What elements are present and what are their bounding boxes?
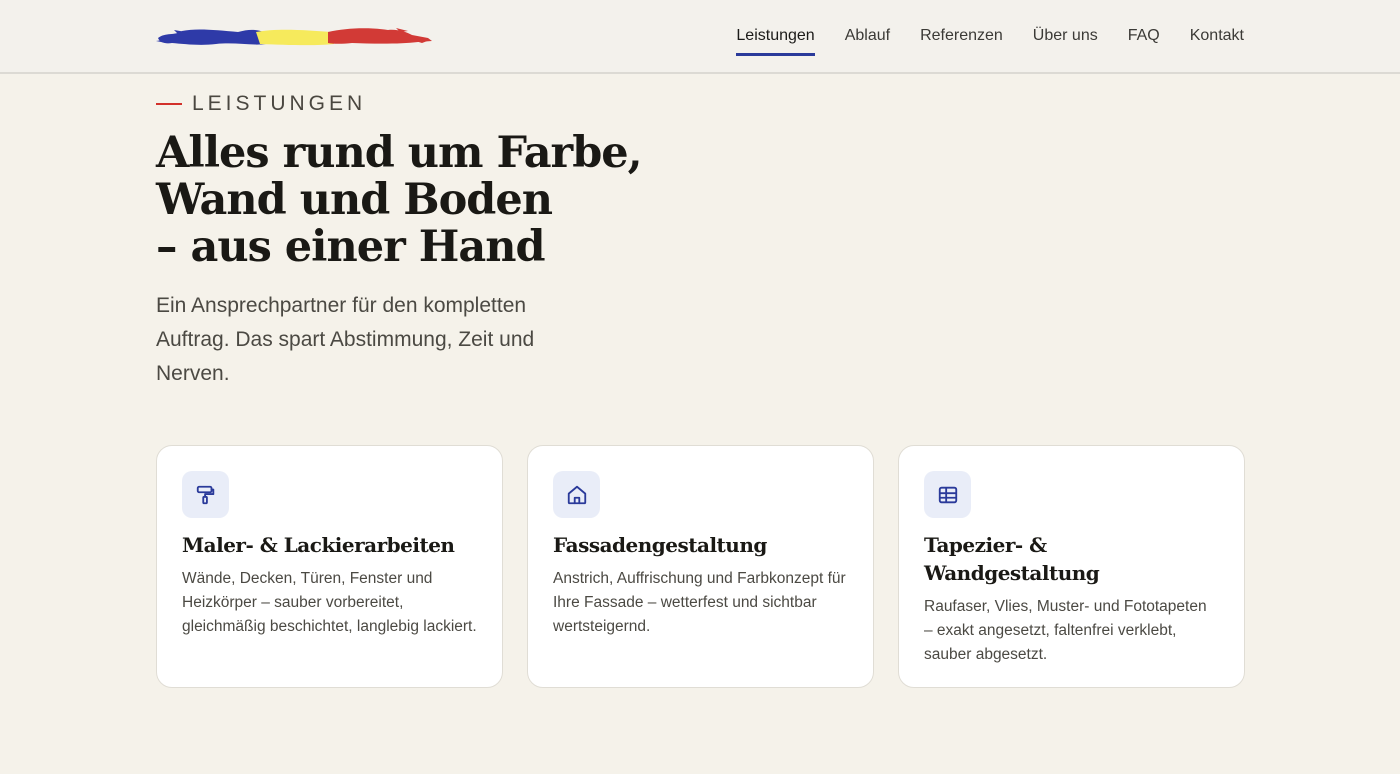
wallpaper-grid-icon xyxy=(924,471,971,518)
title-line-2: Wand und Boden xyxy=(156,175,553,225)
section-eyebrow: LEISTUNGEN xyxy=(156,90,1244,118)
service-cards: Maler- & Lackierarbeiten Wände, Decken, … xyxy=(156,445,1245,688)
services-section: LEISTUNGEN Alles rund um Farbe, Wand und… xyxy=(156,90,1245,688)
service-card-text: Raufaser, Vlies, Muster- und Fototapeten… xyxy=(924,598,1207,663)
house-icon xyxy=(553,471,600,518)
eyebrow-dash xyxy=(156,103,182,105)
service-card-fassade[interactable]: Fassadengestaltung Anstrich, Auffrischun… xyxy=(527,445,874,688)
service-card-title: Fassadengestaltung xyxy=(553,533,767,557)
title-line-1: Alles rund um Farbe, xyxy=(156,128,643,178)
nav-item-ablauf[interactable]: Ablauf xyxy=(845,26,890,56)
service-card-title: Maler- & Lackierarbeiten xyxy=(182,533,455,557)
service-card-tapezier[interactable]: Tapezier- & Wandgestaltung Raufaser, Vli… xyxy=(898,445,1245,688)
section-lead: Ein Ansprechpartner für den kompletten A… xyxy=(156,294,535,385)
title-line-3: – aus einer Hand xyxy=(156,222,546,272)
paint-roller-icon xyxy=(182,471,229,518)
nav-item-ueber-uns[interactable]: Über uns xyxy=(1033,26,1098,56)
nav-item-kontakt[interactable]: Kontakt xyxy=(1190,26,1244,56)
brush-stroke-logo[interactable] xyxy=(156,22,432,50)
service-card-maler[interactable]: Maler- & Lackierarbeiten Wände, Decken, … xyxy=(156,445,503,688)
nav-item-faq[interactable]: FAQ xyxy=(1128,26,1160,56)
site-header: Leistungen Ablauf Referenzen Über uns FA… xyxy=(0,0,1400,74)
section-title: Alles rund um Farbe, Wand und Boden – au… xyxy=(156,130,716,271)
eyebrow-label: LEISTUNGEN xyxy=(192,92,367,115)
main-nav: Leistungen Ablauf Referenzen Über uns FA… xyxy=(736,26,1244,56)
service-card-title: Tapezier- & Wandgestaltung xyxy=(924,533,1100,585)
service-card-text: Wände, Decken, Türen, Fenster und Heizkö… xyxy=(182,570,477,635)
nav-item-leistungen[interactable]: Leistungen xyxy=(736,26,815,56)
nav-item-referenzen[interactable]: Referenzen xyxy=(920,26,1003,56)
service-card-text: Anstrich, Auffrischung und Farbkonzept f… xyxy=(553,570,846,635)
